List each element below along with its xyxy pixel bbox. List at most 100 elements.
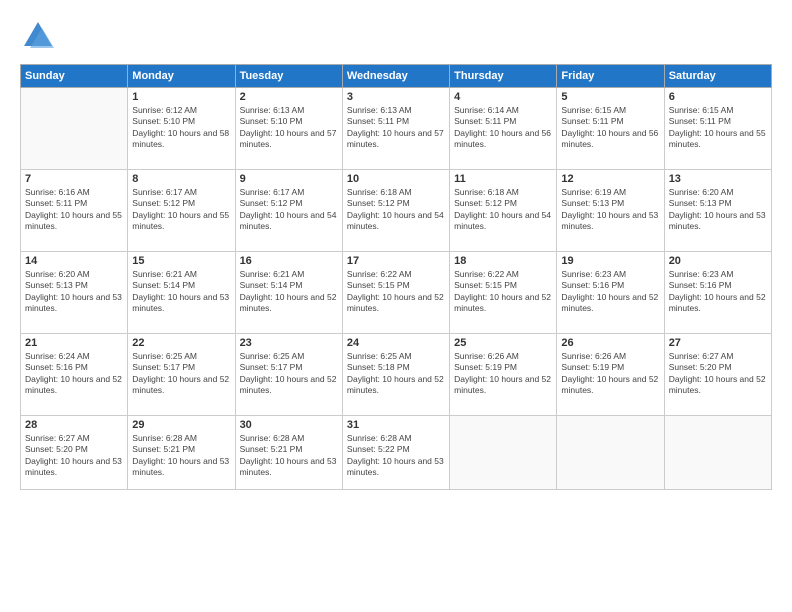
col-header-tuesday: Tuesday [235, 65, 342, 88]
day-info: Sunrise: 6:14 AMSunset: 5:11 PMDaylight:… [454, 105, 552, 151]
day-number: 12 [561, 173, 659, 185]
calendar-cell: 10 Sunrise: 6:18 AMSunset: 5:12 PMDayligh… [342, 170, 449, 252]
calendar-cell: 4 Sunrise: 6:14 AMSunset: 5:11 PMDaylight… [450, 88, 557, 170]
day-number: 9 [240, 173, 338, 185]
day-info: Sunrise: 6:23 AMSunset: 5:16 PMDaylight:… [669, 269, 767, 315]
day-number: 28 [25, 419, 123, 431]
calendar-week-row: 14Sunrise: 6:20 AMSunset: 5:13 PMDayligh… [21, 252, 772, 334]
calendar-cell [21, 88, 128, 170]
calendar-cell: 31 Sunrise: 6:28 AMSunset: 5:22 PMDayligh… [342, 416, 449, 490]
day-number: 19 [561, 255, 659, 267]
day-info: Sunrise: 6:22 AMSunset: 5:15 PMDaylight:… [454, 269, 552, 315]
day-info: Sunrise: 6:24 AMSunset: 5:16 PMDaylight:… [25, 351, 123, 397]
calendar-week-row: 28 Sunrise: 6:27 AMSunset: 5:20 PMDayligh… [21, 416, 772, 490]
day-info: Sunrise: 6:25 AMSunset: 5:18 PMDaylight:… [347, 351, 445, 397]
header [20, 18, 772, 54]
day-info: Sunrise: 6:13 AMSunset: 5:11 PMDaylight:… [347, 105, 445, 151]
day-number: 22 [132, 337, 230, 349]
day-info: Sunrise: 6:26 AMSunset: 5:19 PMDaylight:… [454, 351, 552, 397]
col-header-wednesday: Wednesday [342, 65, 449, 88]
day-info: Sunrise: 6:16 AMSunset: 5:11 PMDaylight:… [25, 187, 123, 233]
calendar-cell: 22 Sunrise: 6:25 AMSunset: 5:17 PMDayligh… [128, 334, 235, 416]
day-info: Sunrise: 6:22 AMSunset: 5:15 PMDaylight:… [347, 269, 445, 315]
day-number: 1 [132, 91, 230, 103]
col-header-thursday: Thursday [450, 65, 557, 88]
col-header-sunday: Sunday [21, 65, 128, 88]
calendar-cell: 18 Sunrise: 6:22 AMSunset: 5:15 PMDayligh… [450, 252, 557, 334]
calendar-cell: 13 Sunrise: 6:20 AMSunset: 5:13 PMDayligh… [664, 170, 771, 252]
day-number: 10 [347, 173, 445, 185]
day-number: 17 [347, 255, 445, 267]
logo-icon [20, 18, 56, 54]
day-info: Sunrise: 6:27 AMSunset: 5:20 PMDaylight:… [669, 351, 767, 397]
calendar-cell: 25 Sunrise: 6:26 AMSunset: 5:19 PMDayligh… [450, 334, 557, 416]
day-number: 18 [454, 255, 552, 267]
calendar-cell: 28 Sunrise: 6:27 AMSunset: 5:20 PMDayligh… [21, 416, 128, 490]
day-number: 3 [347, 91, 445, 103]
calendar-cell: 3 Sunrise: 6:13 AMSunset: 5:11 PMDaylight… [342, 88, 449, 170]
calendar-cell: 19 Sunrise: 6:23 AMSunset: 5:16 PMDayligh… [557, 252, 664, 334]
day-number: 29 [132, 419, 230, 431]
calendar-week-row: 1Sunrise: 6:12 AMSunset: 5:10 PMDaylight… [21, 88, 772, 170]
col-header-saturday: Saturday [664, 65, 771, 88]
calendar-cell: 15Sunrise: 6:21 AMSunset: 5:14 PMDayligh… [128, 252, 235, 334]
calendar-cell [450, 416, 557, 490]
day-info: Sunrise: 6:13 AMSunset: 5:10 PMDaylight:… [240, 105, 338, 151]
day-number: 4 [454, 91, 552, 103]
day-info: Sunrise: 6:17 AMSunset: 5:12 PMDaylight:… [132, 187, 230, 233]
day-info: Sunrise: 6:25 AMSunset: 5:17 PMDaylight:… [240, 351, 338, 397]
day-number: 7 [25, 173, 123, 185]
day-info: Sunrise: 6:28 AMSunset: 5:22 PMDaylight:… [347, 433, 445, 479]
day-number: 21 [25, 337, 123, 349]
day-number: 2 [240, 91, 338, 103]
logo [20, 18, 60, 54]
day-number: 8 [132, 173, 230, 185]
day-number: 30 [240, 419, 338, 431]
day-info: Sunrise: 6:21 AMSunset: 5:14 PMDaylight:… [132, 269, 230, 315]
day-number: 6 [669, 91, 767, 103]
calendar-cell [557, 416, 664, 490]
calendar-cell: 30 Sunrise: 6:28 AMSunset: 5:21 PMDayligh… [235, 416, 342, 490]
calendar-cell: 8 Sunrise: 6:17 AMSunset: 5:12 PMDaylight… [128, 170, 235, 252]
day-info: Sunrise: 6:20 AMSunset: 5:13 PMDaylight:… [25, 269, 123, 315]
day-info: Sunrise: 6:21 AMSunset: 5:14 PMDaylight:… [240, 269, 338, 315]
col-header-friday: Friday [557, 65, 664, 88]
day-number: 27 [669, 337, 767, 349]
day-info: Sunrise: 6:18 AMSunset: 5:12 PMDaylight:… [347, 187, 445, 233]
calendar-cell: 29Sunrise: 6:28 AMSunset: 5:21 PMDayligh… [128, 416, 235, 490]
day-info: Sunrise: 6:19 AMSunset: 5:13 PMDaylight:… [561, 187, 659, 233]
day-info: Sunrise: 6:23 AMSunset: 5:16 PMDaylight:… [561, 269, 659, 315]
day-info: Sunrise: 6:17 AMSunset: 5:12 PMDaylight:… [240, 187, 338, 233]
calendar-cell [664, 416, 771, 490]
calendar-cell: 7 Sunrise: 6:16 AMSunset: 5:11 PMDaylight… [21, 170, 128, 252]
day-number: 31 [347, 419, 445, 431]
calendar-header-row: SundayMondayTuesdayWednesdayThursdayFrid… [21, 65, 772, 88]
calendar-cell: 5Sunrise: 6:15 AMSunset: 5:11 PMDaylight… [557, 88, 664, 170]
day-number: 13 [669, 173, 767, 185]
day-number: 5 [561, 91, 659, 103]
day-info: Sunrise: 6:15 AMSunset: 5:11 PMDaylight:… [669, 105, 767, 151]
calendar-cell: 17 Sunrise: 6:22 AMSunset: 5:15 PMDayligh… [342, 252, 449, 334]
day-info: Sunrise: 6:18 AMSunset: 5:12 PMDaylight:… [454, 187, 552, 233]
calendar-cell: 16 Sunrise: 6:21 AMSunset: 5:14 PMDayligh… [235, 252, 342, 334]
day-number: 16 [240, 255, 338, 267]
day-info: Sunrise: 6:25 AMSunset: 5:17 PMDaylight:… [132, 351, 230, 397]
col-header-monday: Monday [128, 65, 235, 88]
calendar-cell: 20 Sunrise: 6:23 AMSunset: 5:16 PMDayligh… [664, 252, 771, 334]
calendar-cell: 9 Sunrise: 6:17 AMSunset: 5:12 PMDaylight… [235, 170, 342, 252]
calendar-cell: 27 Sunrise: 6:27 AMSunset: 5:20 PMDayligh… [664, 334, 771, 416]
day-number: 20 [669, 255, 767, 267]
calendar-cell: 23 Sunrise: 6:25 AMSunset: 5:17 PMDayligh… [235, 334, 342, 416]
day-info: Sunrise: 6:20 AMSunset: 5:13 PMDaylight:… [669, 187, 767, 233]
day-info: Sunrise: 6:28 AMSunset: 5:21 PMDaylight:… [240, 433, 338, 479]
day-number: 25 [454, 337, 552, 349]
calendar-week-row: 7 Sunrise: 6:16 AMSunset: 5:11 PMDaylight… [21, 170, 772, 252]
calendar-cell: 11 Sunrise: 6:18 AMSunset: 5:12 PMDayligh… [450, 170, 557, 252]
calendar-week-row: 21 Sunrise: 6:24 AMSunset: 5:16 PMDayligh… [21, 334, 772, 416]
day-number: 23 [240, 337, 338, 349]
calendar-cell: 24 Sunrise: 6:25 AMSunset: 5:18 PMDayligh… [342, 334, 449, 416]
day-info: Sunrise: 6:27 AMSunset: 5:20 PMDaylight:… [25, 433, 123, 479]
day-number: 24 [347, 337, 445, 349]
page: SundayMondayTuesdayWednesdayThursdayFrid… [0, 0, 792, 612]
day-number: 11 [454, 173, 552, 185]
